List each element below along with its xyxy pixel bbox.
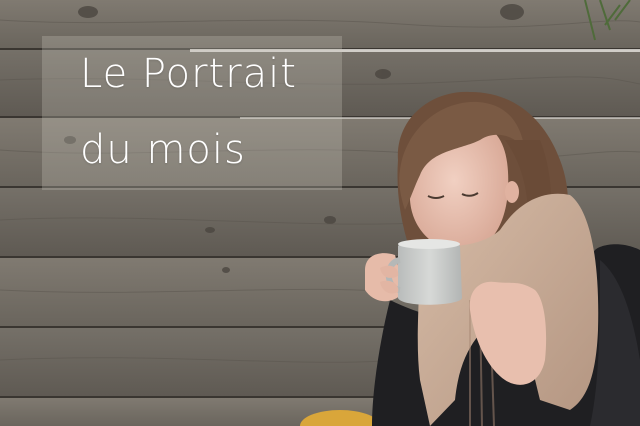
- caption-title-line1: Le Portrait: [80, 51, 297, 97]
- caption-title-line2: du mois: [80, 127, 246, 173]
- mug: [398, 240, 462, 305]
